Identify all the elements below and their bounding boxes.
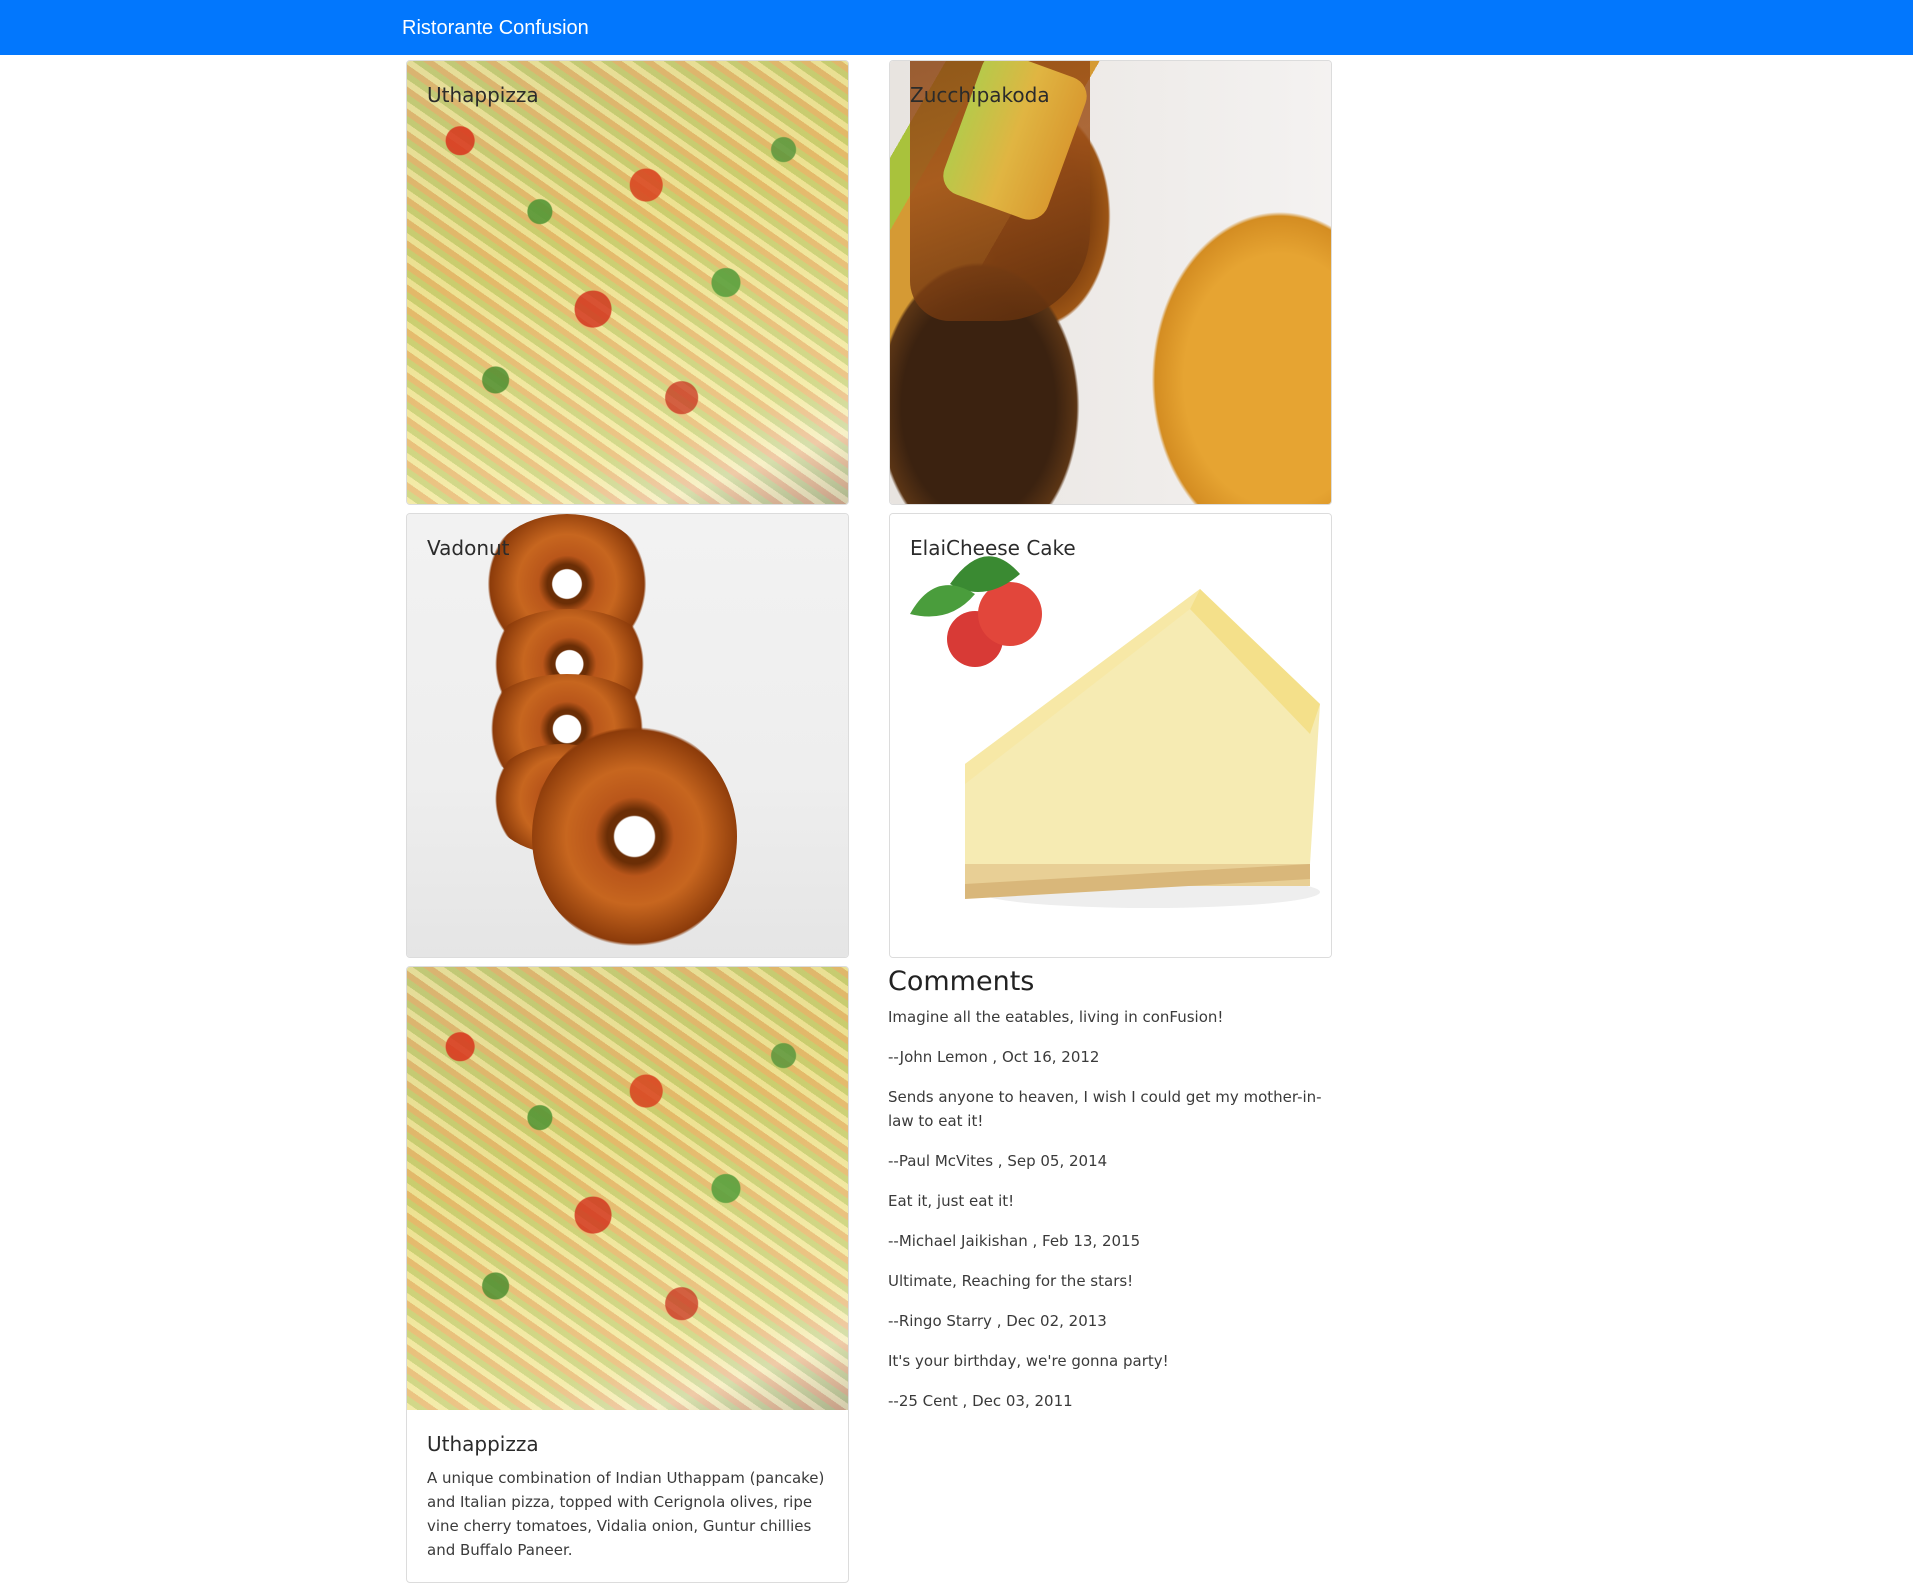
comment-byline: --John Lemon , Oct 16, 2012 bbox=[888, 1048, 1100, 1066]
comments-list: Imagine all the eatables, living in conF… bbox=[888, 1005, 1328, 1413]
card-title: Zucchipakoda bbox=[910, 83, 1050, 107]
card-title: Vadonut bbox=[427, 536, 510, 560]
comment-byline: --Michael Jaikishan , Feb 13, 2015 bbox=[888, 1232, 1141, 1250]
dish-detail-title: Uthappizza bbox=[427, 1432, 539, 1456]
comment-text: Eat it, just eat it! bbox=[888, 1192, 1015, 1210]
comment-text: Sends anyone to heaven, I wish I could g… bbox=[888, 1088, 1322, 1130]
comment-item: It's your birthday, we're gonna party! -… bbox=[888, 1349, 1328, 1413]
comments-heading: Comments bbox=[888, 966, 1035, 997]
comment-item: Eat it, just eat it! --Michael Jaikishan… bbox=[888, 1189, 1328, 1253]
dish-detail-description: A unique combination of Indian Uthappam … bbox=[427, 1469, 825, 1559]
menu-card-uthappizza[interactable]: Uthappizza bbox=[406, 60, 849, 505]
menu-card-zucchipakoda[interactable]: Zucchipakoda bbox=[889, 60, 1332, 505]
comment-text: Imagine all the eatables, living in conF… bbox=[888, 1008, 1224, 1026]
dish-detail-body: Uthappizza A unique combination of India… bbox=[407, 1410, 848, 1562]
menu-card-elaicheese-cake[interactable]: ElaiCheese Cake bbox=[889, 513, 1332, 958]
comment-item: Sends anyone to heaven, I wish I could g… bbox=[888, 1085, 1328, 1173]
comment-byline: --Paul McVites , Sep 05, 2014 bbox=[888, 1152, 1108, 1170]
comment-text: It's your birthday, we're gonna party! bbox=[888, 1352, 1169, 1370]
card-title: ElaiCheese Cake bbox=[910, 536, 1076, 560]
comment-byline: --25 Cent , Dec 03, 2011 bbox=[888, 1392, 1073, 1410]
comment-item: Imagine all the eatables, living in conF… bbox=[888, 1005, 1328, 1069]
comment-byline: --Ringo Starry , Dec 02, 2013 bbox=[888, 1312, 1107, 1330]
navbar-brand[interactable]: Ristorante Confusion bbox=[402, 17, 589, 40]
comment-item: Ultimate, Reaching for the stars! --Ring… bbox=[888, 1269, 1328, 1333]
comment-text: Ultimate, Reaching for the stars! bbox=[888, 1272, 1134, 1290]
card-title: Uthappizza bbox=[427, 83, 539, 107]
donut-image bbox=[407, 514, 848, 957]
pizza-image bbox=[407, 967, 848, 1410]
pakoda-image bbox=[890, 61, 1331, 504]
menu-card-vadonut[interactable]: Vadonut bbox=[406, 513, 849, 958]
cheesecake-illustration bbox=[910, 556, 1320, 908]
dish-detail-card: Uthappizza A unique combination of India… bbox=[406, 966, 849, 1583]
cheesecake-image bbox=[890, 514, 1331, 957]
pizza-image bbox=[407, 61, 848, 504]
comments-section: Comments Imagine all the eatables, livin… bbox=[888, 966, 1328, 1429]
navbar: Ristorante Confusion bbox=[0, 0, 1913, 55]
